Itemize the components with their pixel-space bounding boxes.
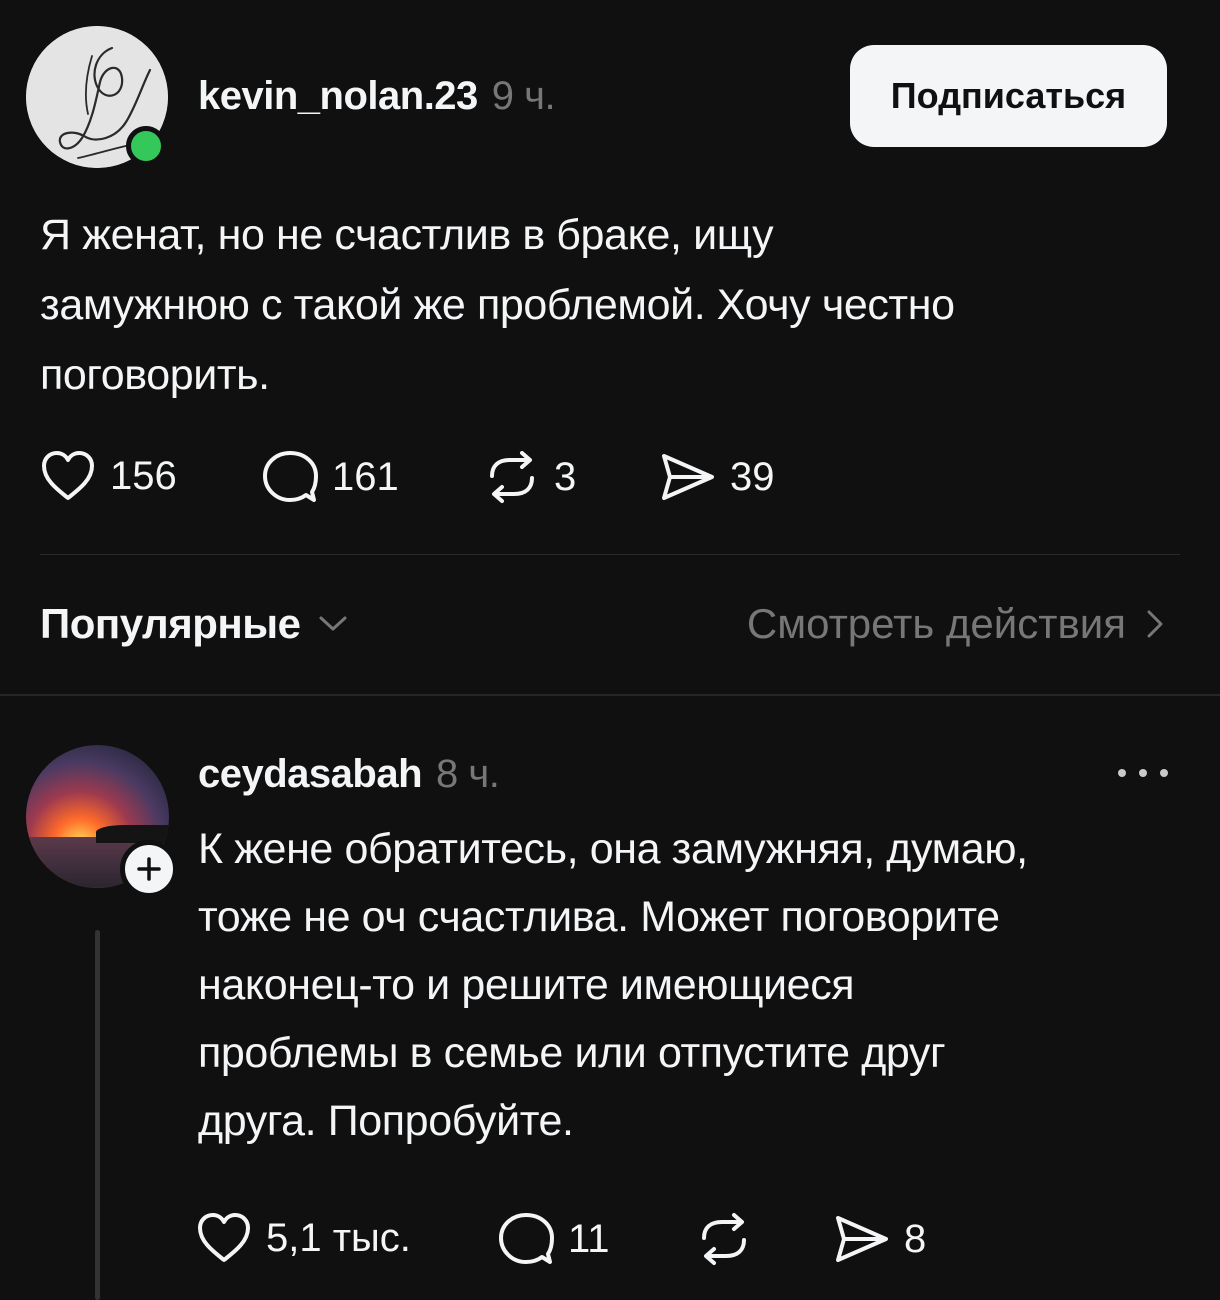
reply-like-count: 5,1 тыс. bbox=[266, 1215, 411, 1260]
section-divider bbox=[0, 694, 1220, 696]
heart-icon bbox=[42, 451, 94, 500]
reply-share-count: 8 bbox=[904, 1216, 927, 1261]
chevron-down-icon bbox=[319, 616, 347, 631]
comment-bubble-icon bbox=[263, 451, 318, 502]
more-options-button[interactable] bbox=[1118, 760, 1168, 786]
reply-comment-button[interactable]: 11 bbox=[498, 1212, 610, 1266]
reply-share-button[interactable]: 8 bbox=[834, 1212, 926, 1266]
reply-text-line: К жене обратитесь, она замужняя, думаю, bbox=[198, 825, 1028, 873]
reply-username[interactable]: ceydasabah bbox=[198, 752, 423, 796]
reply-repost-button[interactable] bbox=[696, 1212, 752, 1266]
reply-like-button[interactable]: 5,1 тыс. bbox=[196, 1212, 411, 1264]
post-text-line: поговорить. bbox=[40, 351, 270, 399]
reply-author-line: ceydasabah 8 ч. bbox=[198, 752, 500, 797]
post-username[interactable]: kevin_nolan.23 bbox=[198, 74, 478, 118]
avatar-sunset-shore bbox=[96, 825, 169, 843]
repost-icon bbox=[702, 1213, 746, 1265]
post-text-line: Я женат, но не счастлив в браке, ищу bbox=[40, 211, 774, 259]
online-status-dot bbox=[126, 126, 166, 166]
post-text: Я женат, но не счастлив в браке, ищу зам… bbox=[40, 200, 1180, 410]
sort-dropdown[interactable]: Популярные bbox=[40, 600, 348, 648]
sort-label: Популярные bbox=[40, 600, 301, 647]
post-time-ago: 9 ч. bbox=[491, 74, 556, 118]
post-share-count: 39 bbox=[730, 454, 775, 499]
reply-time-ago: 8 ч. bbox=[436, 752, 500, 796]
chevron-right-icon bbox=[1147, 610, 1163, 638]
heart-icon bbox=[198, 1213, 250, 1262]
more-icon-dot bbox=[1160, 769, 1168, 777]
post-comment-button[interactable]: 161 bbox=[262, 450, 399, 504]
post-repost-count: 3 bbox=[554, 454, 577, 499]
subscribe-button[interactable]: Подписаться bbox=[850, 45, 1167, 147]
reply-text-line: друга. Попробуйте. bbox=[198, 1097, 574, 1145]
plus-icon bbox=[137, 857, 161, 881]
follow-plus-button[interactable] bbox=[120, 840, 178, 898]
send-icon bbox=[836, 1216, 888, 1262]
view-activity-link[interactable]: Смотреть действия bbox=[747, 600, 1164, 648]
post-comment-count: 161 bbox=[332, 454, 399, 499]
send-icon bbox=[662, 454, 714, 500]
post-like-button[interactable]: 156 bbox=[40, 450, 177, 502]
thread-page: kevin_nolan.23 9 ч. Подписаться Я женат, … bbox=[0, 0, 1220, 1300]
repost-icon bbox=[490, 451, 534, 503]
thread-line bbox=[95, 930, 100, 1300]
post-text-line: замужнюю с такой же проблемой. Хочу чест… bbox=[40, 281, 955, 329]
reply-text-line: проблемы в семье или отпустите друг bbox=[198, 1029, 946, 1077]
reply-text: К жене обратитесь, она замужняя, думаю, … bbox=[198, 815, 1198, 1155]
post-author-line: kevin_nolan.23 9 ч. bbox=[198, 74, 556, 119]
more-icon-dot bbox=[1139, 769, 1147, 777]
divider bbox=[40, 554, 1180, 555]
comment-bubble-icon bbox=[499, 1213, 554, 1264]
view-activity-label: Смотреть действия bbox=[746, 600, 1126, 647]
post-like-count: 156 bbox=[110, 453, 177, 498]
reply-text-line: наконец-то и решите имеющиеся bbox=[198, 961, 855, 1009]
more-icon-dot bbox=[1118, 769, 1126, 777]
post-repost-button[interactable]: 3 bbox=[484, 450, 576, 504]
reply-text-line: тоже не оч счастлива. Может поговорите bbox=[198, 893, 1000, 941]
reply-comment-count: 11 bbox=[568, 1216, 610, 1261]
post-share-button[interactable]: 39 bbox=[660, 450, 775, 504]
